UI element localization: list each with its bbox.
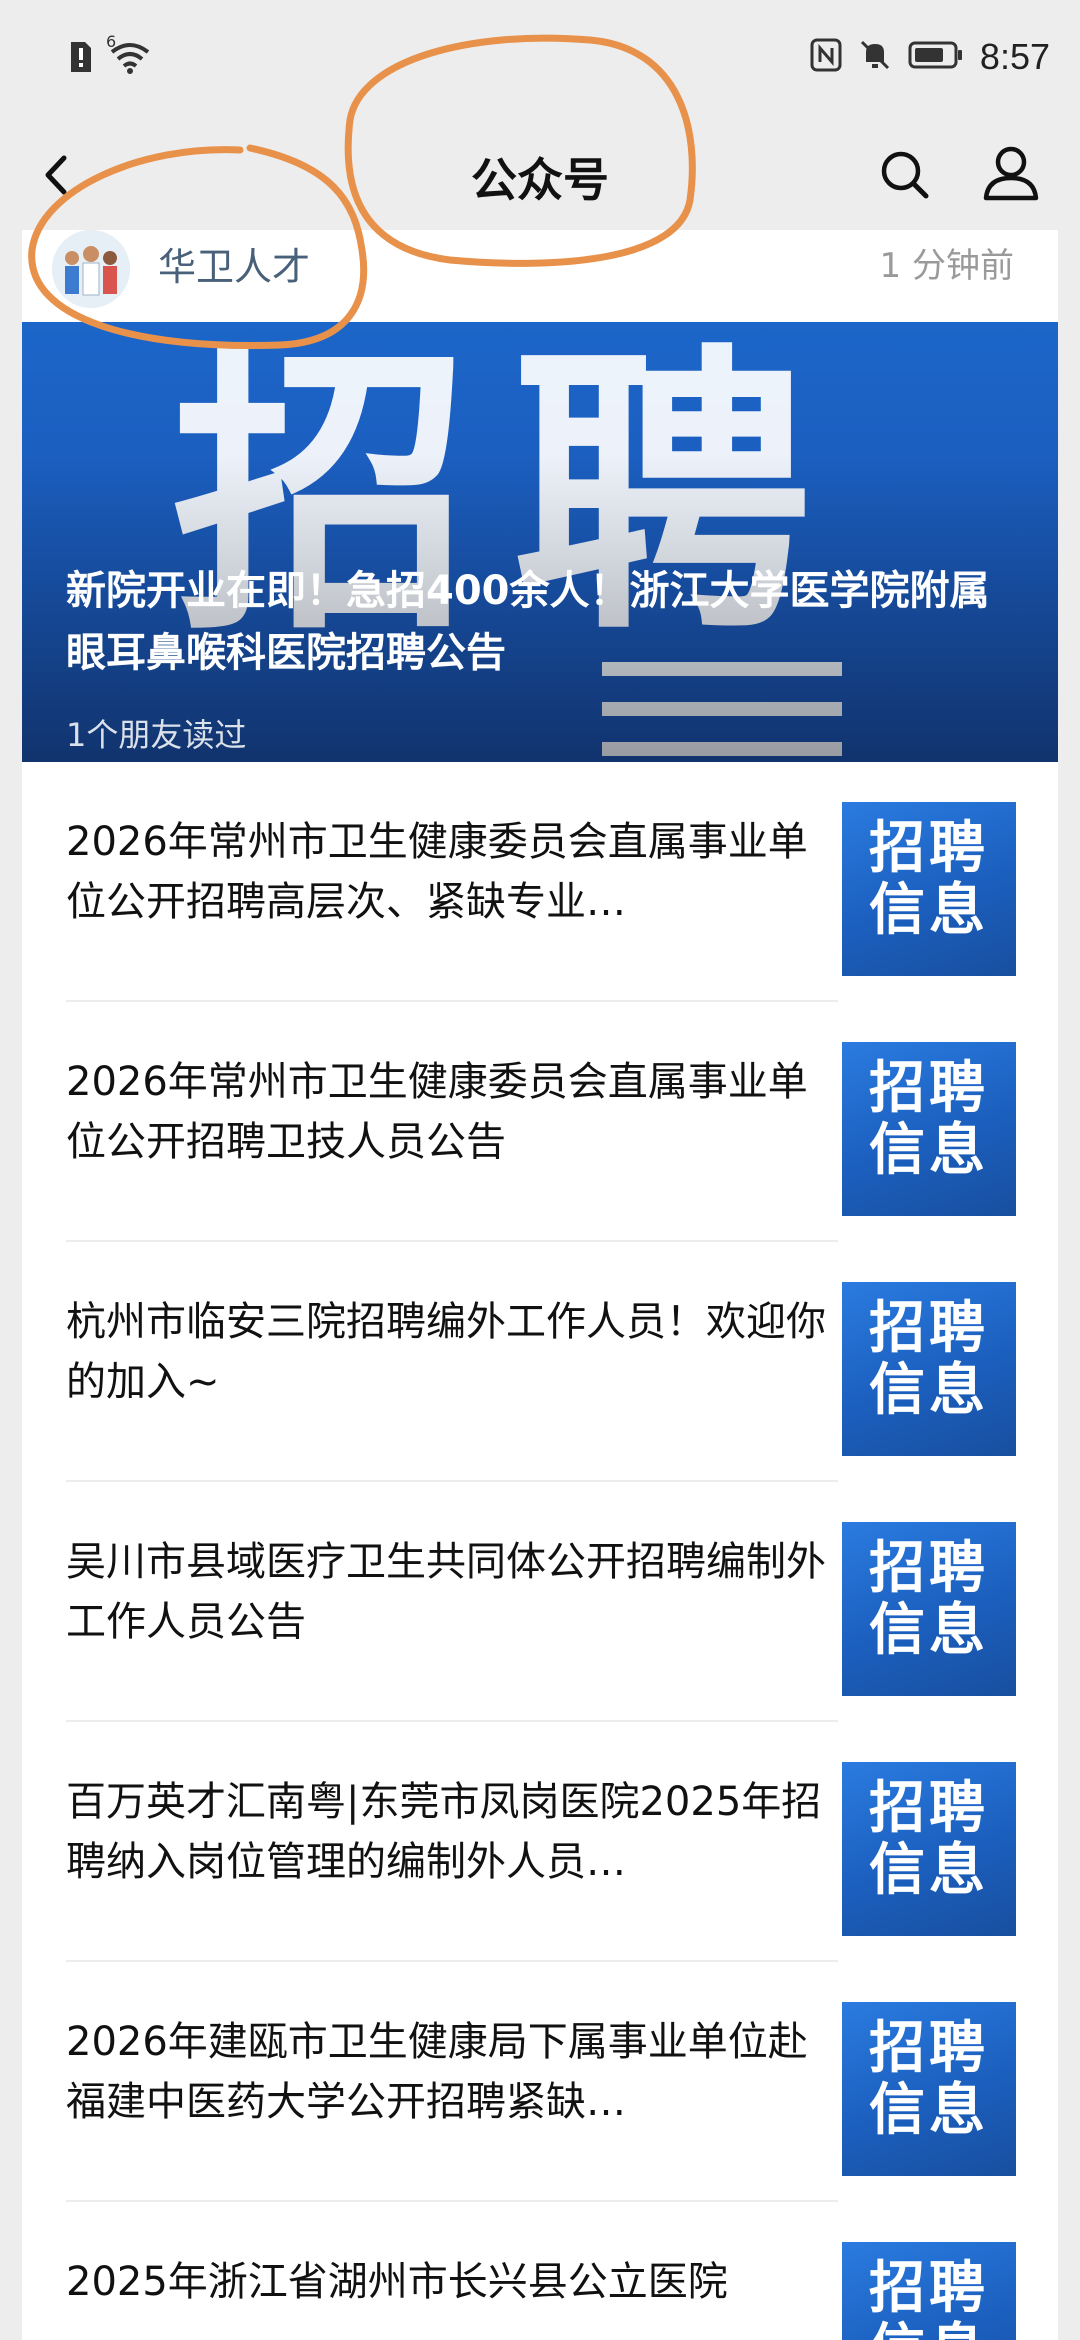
thumb-line2: 信息 xyxy=(869,1118,989,1183)
mute-icon xyxy=(858,38,892,76)
article-title[interactable]: 2025年浙江省湖州市长兴县公立医院 xyxy=(66,2252,836,2340)
thumb-line1: 招聘 xyxy=(869,816,989,881)
status-bar: 6 8:57 xyxy=(0,0,1080,120)
article-title[interactable]: 2026年常州市卫生健康委员会直属事业单位公开招聘高层次、紧缺专业… xyxy=(66,812,836,942)
thumb-line1: 招聘 xyxy=(869,1056,989,1121)
article-title[interactable]: 吴川市县域医疗卫生共同体公开招聘编制外工作人员公告 xyxy=(66,1532,836,1662)
article-thumbnail[interactable]: 招聘信息 xyxy=(842,802,1016,976)
nfc-icon xyxy=(810,38,842,76)
list-item[interactable]: 2026年常州市卫生健康委员会直属事业单位公开招聘高层次、紧缺专业… 招聘 信息 xyxy=(22,762,1058,1002)
hero-article[interactable]: 招聘 新院开业在即！急招400余人！浙江大学医学院附属眼耳鼻喉科医院招聘公告 1… xyxy=(22,322,1058,762)
thumb-line1: 招聘 xyxy=(869,1296,989,1361)
list-item[interactable]: 杭州市临安三院招聘编外工作人员！欢迎你的加入~ 招聘 信息 xyxy=(22,1242,1058,1482)
hero-title[interactable]: 新院开业在即！急招400余人！浙江大学医学院附属眼耳鼻喉科医院招聘公告 xyxy=(66,560,1016,684)
profile-icon[interactable] xyxy=(976,138,1046,208)
thumb-line2: 信息 xyxy=(869,1358,989,1423)
list-item[interactable]: 2026年常州市卫生健康委员会直属事业单位公开招聘卫技人员公告 招聘 信息 xyxy=(22,1002,1058,1242)
thumb-line1: 招聘 xyxy=(869,1536,989,1601)
account-header[interactable]: 华卫人才 1 分钟前 xyxy=(22,230,1058,322)
list-item[interactable]: 吴川市县域医疗卫生共同体公开招聘编制外工作人员公告 招聘 信息 xyxy=(22,1482,1058,1722)
article-thumbnail[interactable]: 招聘信息 xyxy=(842,1762,1016,1936)
thumb-line1: 招聘 xyxy=(869,2016,989,2081)
account-name[interactable]: 华卫人才 xyxy=(158,236,310,291)
hero-read-by-friends: 1个朋友读过 xyxy=(66,716,247,754)
article-thumbnail[interactable]: 招聘信息 xyxy=(842,1282,1016,1456)
article-thumbnail[interactable]: 招聘信息 xyxy=(842,1042,1016,1216)
article-thumbnail[interactable]: 招聘信息 xyxy=(842,1522,1016,1696)
wifi-icon: 6 xyxy=(106,32,152,78)
hero-overlay xyxy=(22,322,1058,762)
list-item[interactable]: 百万英才汇南粤|东莞市凤岗医院2025年招聘纳入岗位管理的编制外人员… 招聘 信息 xyxy=(22,1722,1058,1962)
thumb-line2: 信息 xyxy=(869,2078,989,2143)
battery-icon xyxy=(908,40,964,74)
thumb-line1: 招聘 xyxy=(869,1776,989,1841)
thumb-line2: 信息 xyxy=(869,1598,989,1663)
article-thumbnail[interactable]: 招聘信息 xyxy=(842,2242,1016,2340)
thumb-line2: 信息 xyxy=(869,1838,989,1903)
article-thumbnail[interactable]: 招聘信息 xyxy=(842,2002,1016,2176)
article-card: 华卫人才 1 分钟前 招聘 新院开业在即！急招400余人！浙江大学医学院附属眼耳… xyxy=(22,230,1058,2340)
status-time: 8:57 xyxy=(979,36,1050,77)
thumb-line2: 信息 xyxy=(869,878,989,943)
article-title[interactable]: 杭州市临安三院招聘编外工作人员！欢迎你的加入~ xyxy=(66,1292,836,1422)
thumb-line1: 招聘 xyxy=(869,2256,989,2321)
nav-bar: 公众号 xyxy=(0,120,1080,230)
thumb-line2: 信息 xyxy=(869,2318,989,2340)
publish-time: 1 分钟前 xyxy=(879,246,1014,286)
article-title[interactable]: 百万英才汇南粤|东莞市凤岗医院2025年招聘纳入岗位管理的编制外人员… xyxy=(66,1772,836,1902)
sim-alert-icon xyxy=(68,40,94,78)
search-icon[interactable] xyxy=(870,140,940,210)
account-avatar[interactable] xyxy=(52,230,130,308)
list-item[interactable]: 2025年浙江省湖州市长兴县公立医院 招聘信息 xyxy=(22,2202,1058,2340)
article-title[interactable]: 2026年建瓯市卫生健康局下属事业单位赴福建中医药大学公开招聘紧缺… xyxy=(66,2012,836,2142)
network-badge: 6 xyxy=(106,32,117,51)
article-title[interactable]: 2026年常州市卫生健康委员会直属事业单位公开招聘卫技人员公告 xyxy=(66,1052,836,1182)
list-item[interactable]: 2026年建瓯市卫生健康局下属事业单位赴福建中医药大学公开招聘紧缺… 招聘 信息 xyxy=(22,1962,1058,2202)
